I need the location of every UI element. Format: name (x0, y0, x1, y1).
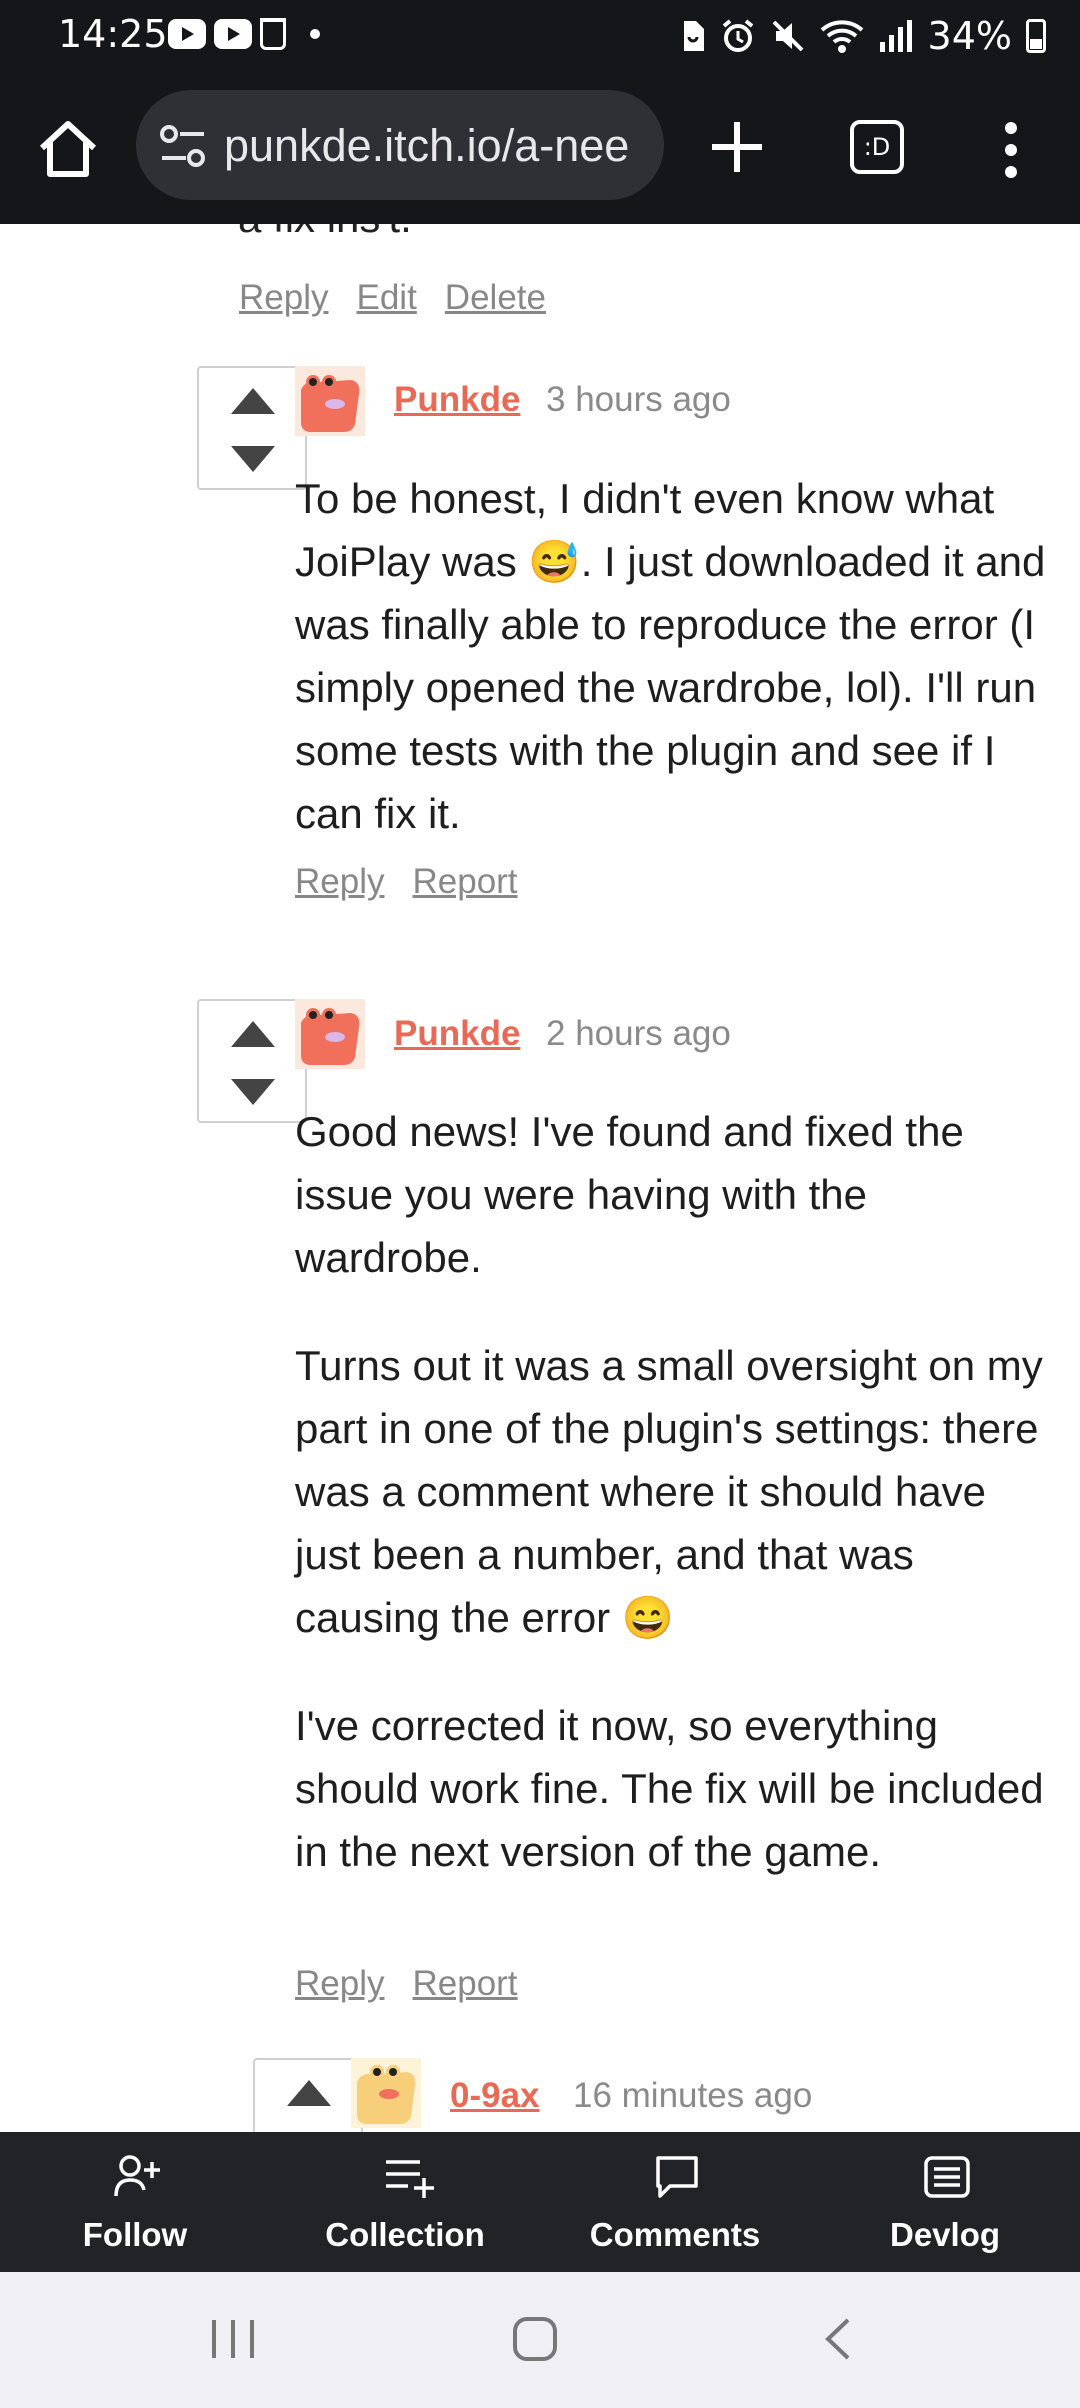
bottom-nav: Follow Collection Comments Devlog (0, 2132, 1080, 2272)
signal-icon (879, 20, 912, 52)
status-bar: 14:25 34% (0, 0, 1080, 76)
recent-apps-icon[interactable] (208, 2316, 258, 2362)
nav-devlog[interactable]: Devlog (810, 2132, 1080, 2272)
sim-icon (683, 21, 704, 51)
upvote-icon[interactable] (287, 2080, 331, 2106)
battery-percent: 34% (927, 14, 1012, 58)
wifi-icon (820, 20, 863, 53)
tabs-icon[interactable]: :D (850, 120, 904, 174)
downvote-icon[interactable] (231, 1079, 275, 1105)
comment-body: To be honest, I didn't even know what Jo… (295, 467, 1055, 890)
edit-link[interactable]: Edit (356, 278, 416, 318)
vote-box (253, 2058, 363, 2132)
nav-follow[interactable]: Follow (0, 2132, 270, 2272)
browser-toolbar: punkde.itch.io/a-nee :D (0, 76, 1080, 224)
comment-body: Good news! I've found and fixed the issu… (295, 1100, 1055, 1928)
cutoff-text: a fix ins't. (238, 224, 412, 242)
alarm-icon (722, 19, 753, 52)
report-link[interactable]: Report (412, 1964, 517, 2004)
comment-author[interactable]: 0-9ax (450, 2076, 540, 2116)
top-comment-actions: Reply Edit Delete (239, 278, 546, 318)
vote-box (197, 999, 307, 1123)
youtube-icon (168, 19, 206, 49)
site-settings-icon[interactable] (158, 123, 208, 169)
comments-icon (656, 2156, 698, 2198)
home-icon[interactable] (32, 112, 104, 184)
more-icon[interactable] (996, 120, 1026, 180)
comment-paragraph: Turns out it was a small oversight on my… (295, 1342, 1043, 1641)
comment-actions: Reply Report (295, 862, 518, 902)
avatar[interactable] (295, 366, 365, 436)
plus-icon[interactable] (706, 116, 768, 178)
upvote-icon[interactable] (231, 1021, 275, 1047)
reply-link[interactable]: Reply (295, 1964, 384, 2004)
comment-paragraph: I've corrected it now, so everything sho… (295, 1702, 1044, 1875)
avatar[interactable] (295, 999, 365, 1069)
mute-icon (772, 20, 803, 52)
devlog-icon (924, 2156, 970, 2198)
cup-icon (260, 18, 286, 50)
comment-actions: Reply Report (295, 1964, 518, 2004)
nav-label: Devlog (889, 2216, 1001, 2253)
comment-author[interactable]: Punkde (394, 380, 520, 420)
nav-comments[interactable]: Comments (540, 2132, 810, 2272)
comment-paragraph: Good news! I've found and fixed the issu… (295, 1108, 964, 1281)
comment-time[interactable]: 3 hours ago (546, 380, 731, 420)
nav-collection[interactable]: Collection (270, 2132, 540, 2272)
dot-icon (310, 29, 320, 39)
home-nav-icon[interactable] (512, 2316, 558, 2362)
comment-paragraph: To be honest, I didn't even know what Jo… (295, 475, 1046, 837)
youtube-icon (214, 19, 252, 49)
url-text: punkde.itch.io/a-nee (224, 120, 630, 171)
reply-link[interactable]: Reply (239, 278, 328, 318)
system-nav-bar (0, 2272, 1080, 2408)
comment-time[interactable]: 2 hours ago (546, 1014, 731, 1054)
nav-label: Collection (325, 2216, 485, 2253)
nav-label: Follow (82, 2216, 188, 2253)
reply-link[interactable]: Reply (295, 862, 384, 902)
vote-box (197, 366, 307, 490)
comment-author[interactable]: Punkde (394, 1014, 520, 1054)
downvote-icon[interactable] (231, 446, 275, 472)
avatar[interactable] (351, 2058, 421, 2128)
comment-time[interactable]: 16 minutes ago (573, 2076, 812, 2116)
nav-label: Comments (589, 2216, 761, 2253)
collection-icon (386, 2160, 434, 2198)
battery-icon (1026, 19, 1046, 53)
address-bar[interactable]: punkde.itch.io/a-nee (136, 90, 664, 200)
follow-icon (114, 2155, 160, 2197)
comment-thread: a fix ins't. Reply Edit Delete Punkde 3 … (0, 224, 1080, 2132)
delete-link[interactable]: Delete (445, 278, 546, 318)
upvote-icon[interactable] (231, 388, 275, 414)
report-link[interactable]: Report (412, 862, 517, 902)
back-icon[interactable] (820, 2316, 856, 2362)
status-time: 14:25 (58, 12, 168, 56)
